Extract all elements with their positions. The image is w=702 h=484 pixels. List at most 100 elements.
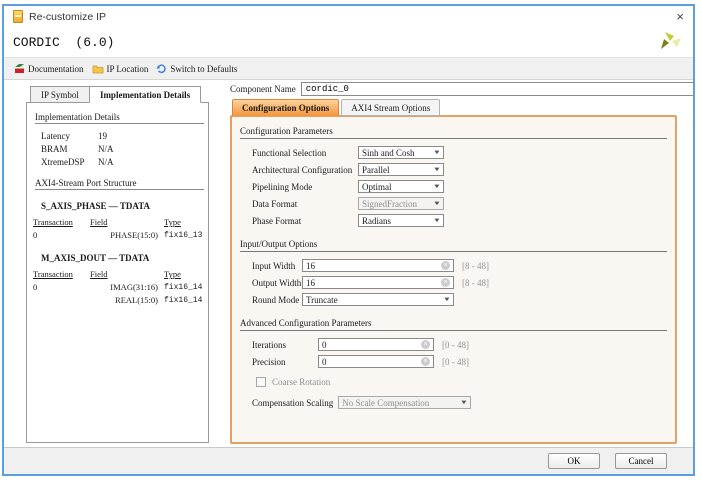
implementation-details-panel: Implementation Details Latency 19 BRAM N… xyxy=(26,102,209,443)
col-type: Type xyxy=(160,216,208,229)
window-title: Re-customize IP xyxy=(29,11,106,23)
ok-button[interactable]: OK xyxy=(548,453,600,469)
tab-ip-symbol[interactable]: IP Symbol xyxy=(30,86,90,103)
clear-icon[interactable]: × xyxy=(441,261,450,270)
chevron-down-icon: ▼ xyxy=(433,218,441,224)
chevron-down-icon: ▼ xyxy=(433,184,441,190)
component-name-row: Component Name xyxy=(230,82,693,96)
architectural-configuration-label: Architectural Configuration xyxy=(252,165,358,175)
coarse-rotation-checkbox[interactable] xyxy=(256,377,266,387)
component-name-label: Component Name xyxy=(230,84,296,94)
precision-label: Precision xyxy=(252,357,318,367)
right-tab-bar: Configuration Options AXI4 Stream Option… xyxy=(232,99,442,116)
dropdown-value: Optimal xyxy=(362,182,392,192)
m-axis-dout-table: Transaction Field Type 0 IMAG(31:16) fix… xyxy=(33,268,208,307)
table-cell xyxy=(33,294,90,307)
architectural-configuration-dropdown[interactable]: Parallel ▼ xyxy=(358,163,444,176)
architectural-configuration-row: Architectural Configuration Parallel ▼ xyxy=(232,161,675,178)
round-mode-dropdown[interactable]: Truncate ▼ xyxy=(302,293,454,306)
latency-label: Latency xyxy=(41,130,98,143)
xtremedsp-label: XtremeDSP xyxy=(41,156,98,169)
round-mode-label: Round Mode xyxy=(252,295,302,305)
switch-to-defaults-label: Switch to Defaults xyxy=(170,64,237,74)
phase-format-row: Phase Format Radians ▼ xyxy=(232,212,675,229)
coarse-rotation-row: Coarse Rotation xyxy=(232,373,675,390)
phase-format-label: Phase Format xyxy=(252,216,358,226)
chevron-down-icon: ▼ xyxy=(443,297,451,303)
output-width-range: [8 - 48] xyxy=(462,278,489,288)
output-width-input[interactable]: 16 × xyxy=(302,276,454,289)
output-width-label: Output Width xyxy=(252,278,302,288)
compensation-scaling-label: Compensation Scaling xyxy=(252,398,333,408)
table-cell: 0 xyxy=(33,281,90,294)
input-value: 16 xyxy=(306,278,315,288)
tab-implementation-details[interactable]: Implementation Details xyxy=(89,86,201,103)
documentation-button[interactable]: Documentation xyxy=(10,60,88,77)
ip-title: CORDIC (6.0) xyxy=(13,35,114,50)
folder-icon xyxy=(92,64,104,74)
impl-row-xtremedsp: XtremeDSP N/A xyxy=(27,156,208,169)
s-axis-phase-table: Transaction Field Type 0 PHASE(15:0) fix… xyxy=(33,216,208,242)
clear-icon[interactable]: × xyxy=(441,278,450,287)
functional-selection-row: Functional Selection Sinh and Cosh ▼ xyxy=(232,144,675,161)
tab-configuration-options[interactable]: Configuration Options xyxy=(232,99,339,116)
table-cell: fix16_14 xyxy=(160,281,208,294)
main-content: IP Symbol Implementation Details Impleme… xyxy=(4,80,693,447)
cancel-button[interactable]: Cancel xyxy=(615,453,667,469)
input-width-range: [8 - 48] xyxy=(462,261,489,271)
coarse-rotation-label: Coarse Rotation xyxy=(272,377,330,387)
phase-format-dropdown[interactable]: Radians ▼ xyxy=(358,214,444,227)
round-mode-row: Round Mode Truncate ▼ xyxy=(232,291,675,308)
documentation-label: Documentation xyxy=(28,64,84,74)
data-format-label: Data Format xyxy=(252,199,358,209)
input-width-input[interactable]: 16 × xyxy=(302,259,454,272)
dropdown-value: Truncate xyxy=(306,295,338,305)
compensation-scaling-dropdown: No Scale Compensation ▼ xyxy=(338,396,471,409)
io-options-heading: Input/Output Options xyxy=(240,239,667,252)
input-width-row: Input Width 16 × [8 - 48] xyxy=(232,257,675,274)
table-cell: fix16_13 xyxy=(160,229,208,242)
iterations-input[interactable]: 0 × xyxy=(318,338,434,351)
chevron-down-icon: ▼ xyxy=(460,400,468,406)
configuration-options-panel: Configuration Parameters Functional Sele… xyxy=(230,115,677,444)
recustomize-ip-dialog: Re-customize IP × CORDIC (6.0) Documenta… xyxy=(2,4,695,476)
xtremedsp-value: N/A xyxy=(98,156,114,169)
ip-header: CORDIC (6.0) xyxy=(4,27,693,57)
table-cell: fix16_14 xyxy=(160,294,208,307)
impl-row-bram: BRAM N/A xyxy=(27,143,208,156)
left-tab-bar: IP Symbol Implementation Details xyxy=(30,86,200,103)
chevron-down-icon: ▼ xyxy=(433,167,441,173)
clear-icon[interactable]: × xyxy=(421,340,430,349)
clear-icon[interactable]: × xyxy=(421,357,430,366)
precision-row: Precision 0 × [0 - 48] xyxy=(232,353,675,370)
impl-details-heading: Implementation Details xyxy=(35,112,204,124)
dropdown-value: Radians xyxy=(362,216,391,226)
switch-to-defaults-button[interactable]: Switch to Defaults xyxy=(152,60,241,77)
latency-value: 19 xyxy=(98,130,107,143)
table-cell: PHASE(15:0) xyxy=(90,229,160,242)
bram-label: BRAM xyxy=(41,143,98,156)
dropdown-value: SignedFraction xyxy=(362,199,417,209)
component-name-input[interactable] xyxy=(301,82,693,96)
config-params-heading: Configuration Parameters xyxy=(240,126,667,139)
bram-value: N/A xyxy=(98,143,114,156)
m-axis-dout-title: M_AXIS_DOUT — TDATA xyxy=(41,253,208,263)
tab-axi4-stream-options[interactable]: AXI4 Stream Options xyxy=(341,99,440,116)
precision-input[interactable]: 0 × xyxy=(318,355,434,368)
close-icon[interactable]: × xyxy=(656,8,684,26)
s-axis-phase-title: S_AXIS_PHASE — TDATA xyxy=(41,201,208,211)
xilinx-logo-icon xyxy=(659,30,683,54)
col-field: Field xyxy=(90,268,160,281)
port-structure-heading: AXI4-Stream Port Structure xyxy=(35,178,204,190)
col-transaction: Transaction xyxy=(33,268,90,281)
pipelining-mode-dropdown[interactable]: Optimal ▼ xyxy=(358,180,444,193)
functional-selection-dropdown[interactable]: Sinh and Cosh ▼ xyxy=(358,146,444,159)
table-cell: REAL(15:0) xyxy=(90,294,160,307)
chevron-down-icon: ▼ xyxy=(433,201,441,207)
iterations-label: Iterations xyxy=(252,340,318,350)
chevron-down-icon: ▼ xyxy=(433,150,441,156)
dropdown-value: Sinh and Cosh xyxy=(362,148,415,158)
iterations-range: [0 - 48] xyxy=(442,340,469,350)
ip-location-button[interactable]: IP Location xyxy=(88,60,153,77)
footer-bar: OK Cancel xyxy=(4,447,693,474)
